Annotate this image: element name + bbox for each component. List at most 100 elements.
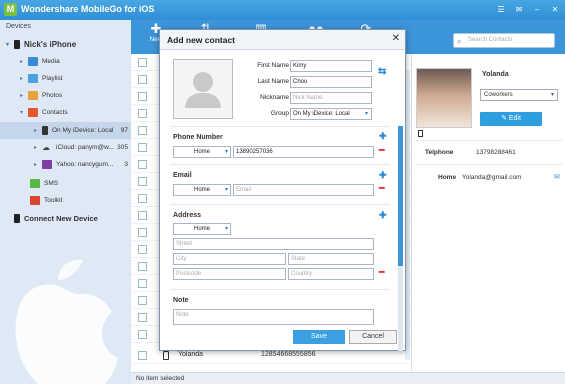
- row-checkbox[interactable]: [138, 351, 147, 360]
- row-checkbox[interactable]: [138, 58, 147, 67]
- contact-number: 12854668555856: [261, 351, 316, 358]
- window-title: Wondershare MobileGo for iOS: [21, 4, 155, 14]
- remove-email-icon[interactable]: ━: [379, 183, 384, 194]
- sidebar-item-label: Contacts: [42, 109, 68, 116]
- row-checkbox[interactable]: [138, 245, 147, 254]
- remove-phone-icon[interactable]: ━: [379, 145, 384, 156]
- street-field[interactable]: Street: [173, 238, 374, 250]
- nickname-field[interactable]: Nick Name: [290, 92, 372, 104]
- scroll-thumb[interactable]: [398, 126, 403, 266]
- group-select[interactable]: Coworkers ▾: [480, 89, 558, 101]
- dialog-scrollbar[interactable]: [398, 126, 403, 351]
- remove-address-icon[interactable]: ━: [379, 267, 384, 278]
- row-checkbox[interactable]: [138, 126, 147, 135]
- row-checkbox[interactable]: [138, 160, 147, 169]
- sidebar-item-contacts[interactable]: ▾ Contacts: [0, 104, 131, 121]
- yahoo-icon: [42, 160, 52, 169]
- collapse-arrow-icon[interactable]: ▾: [6, 41, 14, 48]
- row-checkbox[interactable]: [138, 262, 147, 271]
- add-phone-icon[interactable]: ✚: [379, 131, 387, 142]
- feedback-icon[interactable]: ✉: [513, 4, 525, 15]
- phone-icon: [14, 214, 20, 223]
- close-window-icon[interactable]: ✕: [549, 4, 561, 15]
- row-checkbox[interactable]: [138, 143, 147, 152]
- sidebar-item-photos[interactable]: ▸ Photos: [0, 87, 131, 104]
- row-checkbox[interactable]: [138, 330, 147, 339]
- postcode-field[interactable]: Postcode: [173, 268, 286, 280]
- email-type-select[interactable]: Home ▾: [173, 184, 231, 196]
- row-checkbox[interactable]: [138, 177, 147, 186]
- group-select[interactable]: On My iDevice: Local ▾: [290, 108, 372, 120]
- note-field[interactable]: Note: [173, 309, 374, 325]
- sidebar-item-local[interactable]: ▸ On My iDevice: Local 97: [0, 122, 131, 139]
- country-field[interactable]: Country: [288, 268, 374, 280]
- row-checkbox[interactable]: [138, 75, 147, 84]
- expand-arrow-icon[interactable]: ▸: [34, 144, 42, 151]
- phone-type-select[interactable]: Home ▾: [173, 146, 231, 158]
- divider: [170, 164, 390, 165]
- sidebar-item-toolkit[interactable]: Toolkit: [0, 192, 131, 209]
- save-button[interactable]: Save: [293, 330, 345, 344]
- expand-arrow-icon[interactable]: ▸: [20, 92, 28, 99]
- expand-arrow-icon[interactable]: ▸: [34, 127, 42, 134]
- phone-field[interactable]: 13890257036: [233, 146, 374, 158]
- sync-icon[interactable]: ⇆: [378, 66, 389, 77]
- sidebar-item-label: Media: [42, 58, 60, 65]
- sidebar-item-media[interactable]: ▸ Media: [0, 53, 131, 70]
- contact-photo: [416, 68, 472, 128]
- minimize-icon[interactable]: –: [531, 4, 543, 15]
- row-checkbox[interactable]: [138, 279, 147, 288]
- email-section-title: Email: [173, 172, 192, 179]
- sidebar-item-label: Playlist: [42, 75, 63, 82]
- divider: [170, 289, 390, 290]
- group-value: Coworkers: [484, 92, 513, 98]
- search-input[interactable]: ⌕ Search Contacts: [453, 33, 555, 48]
- telephone-label: Telphone: [425, 149, 454, 156]
- sidebar-item-playlist[interactable]: ▸ Playlist: [0, 70, 131, 87]
- close-icon[interactable]: ✕: [392, 33, 400, 44]
- collapse-arrow-icon[interactable]: ▾: [20, 109, 28, 116]
- state-field[interactable]: State: [288, 253, 374, 265]
- add-email-icon[interactable]: ✚: [379, 170, 387, 181]
- sidebar-item-label: On My iDevice: Local: [52, 127, 114, 134]
- sidebar-item-label: iCloud: panym@w...: [56, 144, 114, 151]
- phone-icon: [14, 40, 20, 49]
- sidebar-item-sms[interactable]: SMS: [0, 175, 131, 192]
- row-checkbox[interactable]: [138, 228, 147, 237]
- status-bar: No item selected: [131, 372, 565, 384]
- row-checkbox[interactable]: [138, 313, 147, 322]
- edit-button[interactable]: ✎ Edit: [480, 112, 542, 126]
- row-checkbox[interactable]: [138, 211, 147, 220]
- expand-arrow-icon[interactable]: ▸: [34, 161, 42, 168]
- menu-icon[interactable]: ☰: [495, 4, 507, 15]
- avatar[interactable]: [173, 59, 233, 119]
- mail-icon[interactable]: ✉: [554, 173, 560, 181]
- email-home-value: Yolanda@gmail.com: [462, 174, 522, 181]
- first-name-field[interactable]: Kimy: [290, 60, 372, 72]
- count-badge: 3: [124, 161, 128, 168]
- address-type-select[interactable]: Home ▾: [173, 223, 231, 235]
- email-field[interactable]: Email: [233, 184, 374, 196]
- divider: [170, 204, 390, 205]
- expand-arrow-icon[interactable]: ▸: [20, 58, 28, 65]
- row-checkbox[interactable]: [138, 92, 147, 101]
- phone-section-title: Phone Number: [173, 134, 223, 141]
- device-item[interactable]: ▾ Nick's iPhone: [0, 36, 131, 53]
- sidebar-item-yahoo[interactable]: ▸ Yahoo: nancygum... 3: [0, 156, 131, 173]
- row-checkbox[interactable]: [138, 109, 147, 118]
- last-name-field[interactable]: Chou: [290, 76, 372, 88]
- phone-type-value: Home: [193, 149, 210, 155]
- expand-arrow-icon[interactable]: ▸: [20, 75, 28, 82]
- city-field[interactable]: City: [173, 253, 286, 265]
- row-checkbox[interactable]: [138, 296, 147, 305]
- add-address-icon[interactable]: ✚: [379, 210, 387, 221]
- cancel-button[interactable]: Cancel: [349, 330, 397, 344]
- connect-label: Connect New Device: [24, 214, 98, 223]
- playlist-icon: [28, 74, 38, 83]
- status-text: No item selected: [136, 375, 185, 382]
- sidebar-item-icloud[interactable]: ▸ ☁ iCloud: panym@w... 305: [0, 139, 131, 156]
- nickname-label: Nickname: [260, 94, 289, 101]
- connect-new-device[interactable]: Connect New Device: [0, 210, 131, 227]
- row-checkbox[interactable]: [138, 194, 147, 203]
- media-icon: [28, 57, 38, 66]
